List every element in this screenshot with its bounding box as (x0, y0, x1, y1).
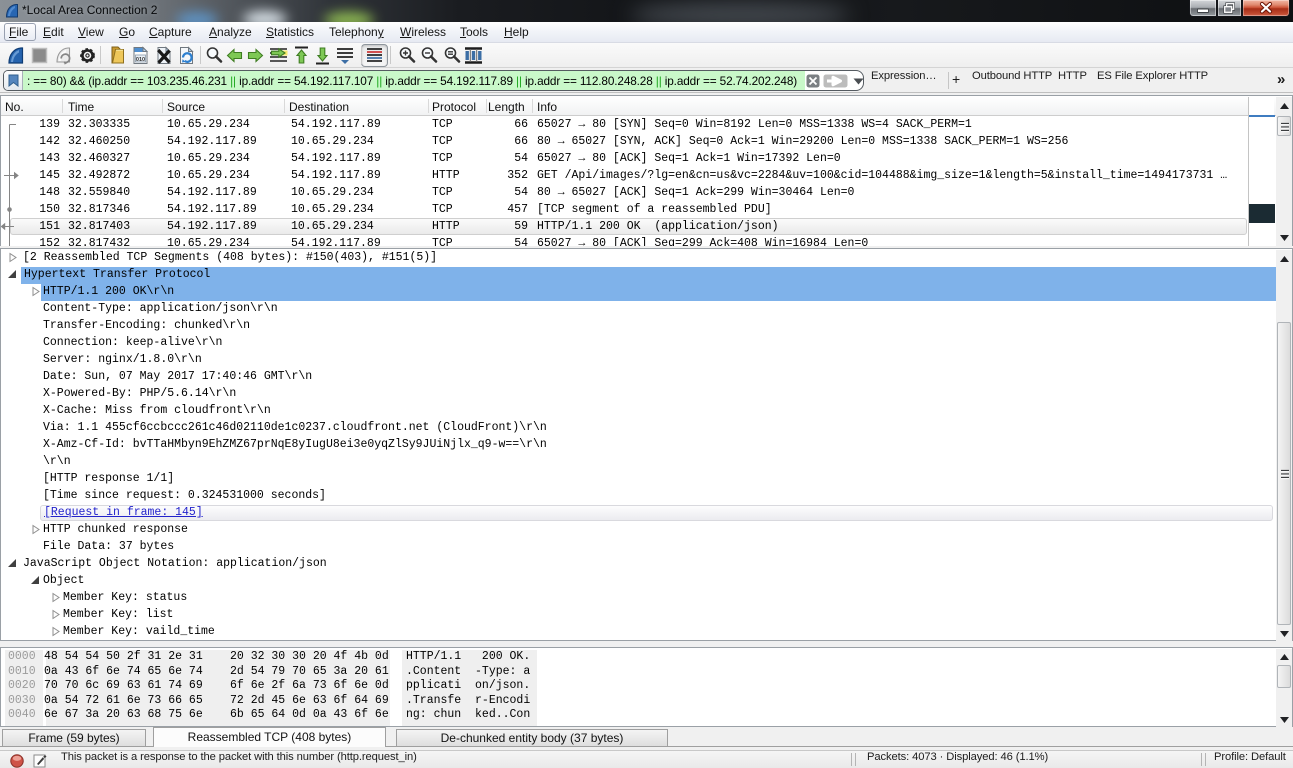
svg-text:010: 010 (136, 57, 145, 63)
